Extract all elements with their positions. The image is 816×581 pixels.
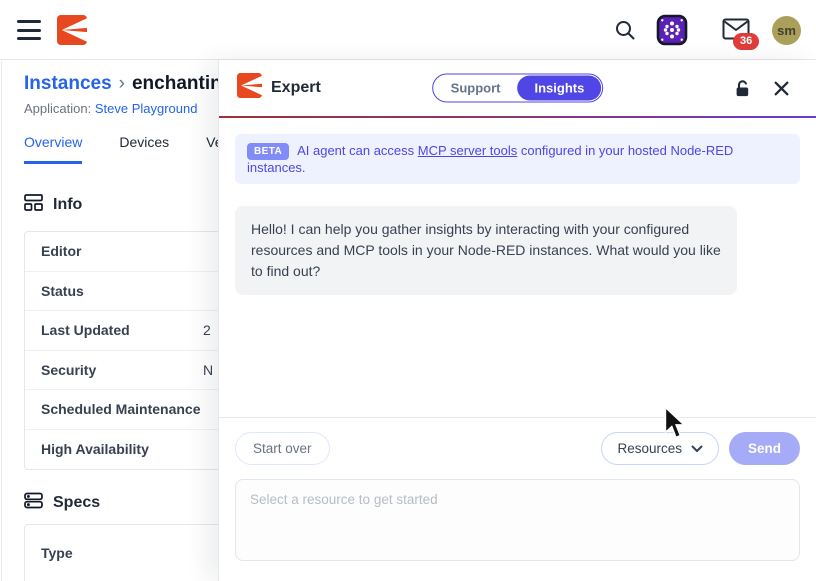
chat-empty-area bbox=[235, 295, 800, 417]
platform-apps-icon[interactable] bbox=[656, 14, 688, 51]
app-window: 36 sm Instances›enchanting- Application:… bbox=[0, 0, 816, 581]
application-name-link[interactable]: Steve Playground bbox=[95, 101, 198, 116]
info-section-title: Info bbox=[53, 196, 82, 214]
tab-overview[interactable]: Overview bbox=[24, 134, 82, 164]
security-value: N bbox=[203, 362, 213, 378]
info-icon bbox=[24, 193, 43, 217]
row-label-security: Security bbox=[41, 362, 96, 378]
close-icon[interactable] bbox=[773, 80, 790, 97]
unlock-icon[interactable] bbox=[733, 78, 753, 98]
user-avatar[interactable]: sm bbox=[772, 16, 801, 45]
assistant-message-bubble: Hello! I can help you gather insights by… bbox=[235, 206, 737, 295]
chat-input[interactable] bbox=[235, 479, 800, 561]
row-label-editor: Editor bbox=[41, 243, 81, 259]
chat-input-area bbox=[235, 479, 800, 566]
mail-unread-badge: 36 bbox=[733, 33, 759, 50]
expert-assistant-panel: Expert Support Insights bbox=[218, 60, 816, 581]
row-label-type: Type bbox=[41, 545, 73, 561]
flowfuse-logo-icon[interactable] bbox=[57, 15, 87, 45]
row-label-scheduled-maintenance: Scheduled Maintenance bbox=[41, 401, 200, 417]
expert-panel-header: Expert Support Insights bbox=[219, 60, 816, 116]
specs-section-header: Specs bbox=[24, 491, 100, 515]
row-label-last-updated: Last Updated bbox=[41, 322, 130, 338]
resources-dropdown[interactable]: Resources bbox=[601, 432, 719, 465]
top-navbar: 36 sm bbox=[0, 0, 816, 60]
expert-panel-body: BETA AI agent can access MCP server tools… bbox=[219, 118, 816, 581]
specs-icon bbox=[24, 491, 43, 515]
chat-controls-row: Start over Resources Send bbox=[219, 417, 816, 465]
breadcrumb-separator: › bbox=[119, 73, 125, 94]
expert-panel-actions bbox=[733, 78, 790, 98]
mail-icon[interactable]: 36 bbox=[722, 18, 750, 45]
instance-tabs: Overview Devices Vers bbox=[24, 134, 234, 164]
toggle-option-support[interactable]: Support bbox=[434, 76, 518, 101]
chevron-down-icon bbox=[691, 441, 703, 456]
tab-devices[interactable]: Devices bbox=[119, 134, 169, 164]
start-over-button[interactable]: Start over bbox=[235, 432, 330, 465]
application-label: Application: bbox=[24, 101, 91, 116]
specs-section-title: Specs bbox=[53, 494, 100, 512]
send-button[interactable]: Send bbox=[729, 432, 800, 465]
toggle-option-insights[interactable]: Insights bbox=[517, 76, 601, 101]
flowfuse-logo-icon bbox=[237, 73, 262, 103]
beta-banner: BETA AI agent can access MCP server tools… bbox=[235, 134, 800, 184]
support-insights-toggle: Support Insights bbox=[432, 74, 604, 103]
application-line: Application: Steve Playground bbox=[24, 101, 197, 116]
chat-controls-right: Resources Send bbox=[601, 432, 800, 465]
breadcrumb: Instances›enchanting- bbox=[24, 73, 240, 95]
content-left-edge bbox=[1, 61, 2, 581]
last-updated-value: 2 bbox=[203, 322, 211, 338]
beta-badge: BETA bbox=[247, 143, 289, 160]
row-label-high-availability: High Availability bbox=[41, 441, 149, 457]
resources-dropdown-label: Resources bbox=[617, 441, 682, 456]
search-icon[interactable] bbox=[614, 19, 636, 46]
info-section-header: Info bbox=[24, 193, 82, 217]
expert-panel-title: Expert bbox=[271, 79, 321, 97]
hamburger-menu-icon[interactable] bbox=[17, 20, 41, 40]
beta-banner-text-before: AI agent can access bbox=[297, 143, 418, 158]
mcp-server-tools-link[interactable]: MCP server tools bbox=[418, 143, 517, 158]
breadcrumb-instances-link[interactable]: Instances bbox=[24, 73, 112, 94]
expert-brand: Expert bbox=[237, 73, 321, 103]
row-label-status: Status bbox=[41, 283, 84, 299]
